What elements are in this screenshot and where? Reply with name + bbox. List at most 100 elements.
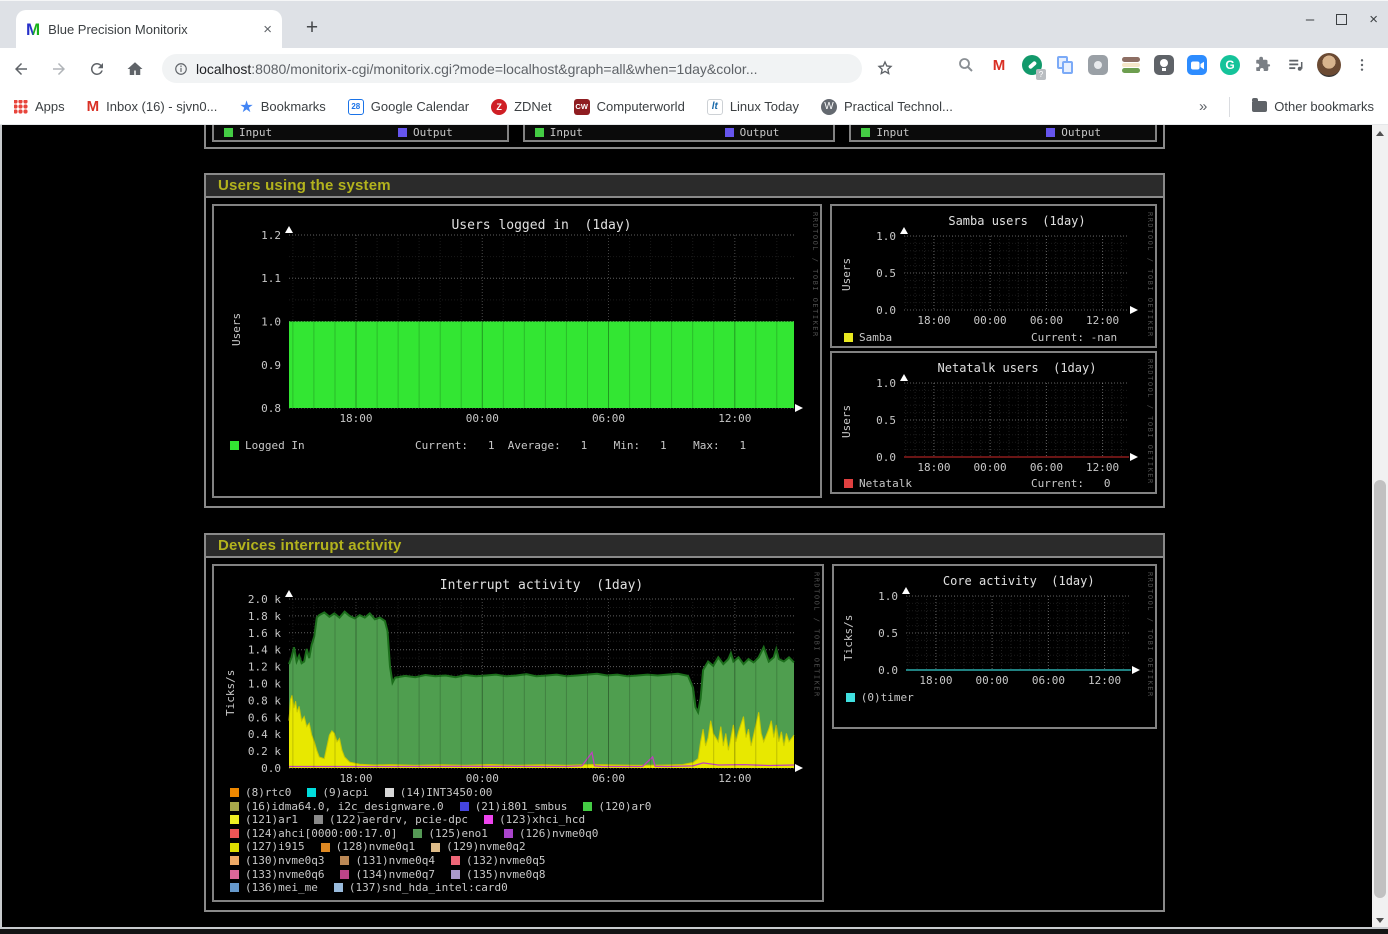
svg-text:06:00: 06:00 bbox=[592, 412, 625, 425]
legend-swatch bbox=[385, 788, 394, 797]
gmail-extension-icon[interactable]: M bbox=[987, 53, 1011, 77]
users-legend: Logged In Current: 1 Average: 1 Min: 1 M… bbox=[230, 439, 810, 452]
wordpress-icon: W bbox=[821, 99, 837, 115]
window-maximize-button[interactable] bbox=[1336, 14, 1347, 25]
monitorix-favicon-icon: M bbox=[26, 20, 40, 40]
svg-text:0.0: 0.0 bbox=[878, 664, 898, 677]
legend-item: (123)xhci_hcd bbox=[484, 813, 585, 827]
bookmark-apps[interactable]: Apps bbox=[14, 99, 65, 114]
browser-tab[interactable]: M Blue Precision Monitorix × bbox=[16, 10, 282, 49]
tab-title: Blue Precision Monitorix bbox=[48, 22, 255, 37]
bookmark-star-icon[interactable] bbox=[876, 59, 894, 82]
svg-text:00:00: 00:00 bbox=[466, 412, 499, 425]
svg-text:0.5: 0.5 bbox=[876, 267, 896, 280]
scroll-down-button[interactable] bbox=[1372, 912, 1388, 928]
users-logged-in-panel: Users logged in (1day) Users 1.21.11.00.… bbox=[212, 204, 822, 498]
lamp-extension-icon[interactable] bbox=[1152, 53, 1176, 77]
legend-swatch bbox=[398, 128, 407, 137]
netatalk-users-panel: Netatalk users (1day) Users 1.00.50.018:… bbox=[830, 351, 1157, 494]
apps-grid-icon bbox=[14, 100, 28, 114]
svg-text:0.4 k: 0.4 k bbox=[248, 728, 281, 741]
folder-icon bbox=[1252, 101, 1267, 112]
bookmarks-bar: Apps MInbox (16) - sjvn0... ★Bookmarks 2… bbox=[0, 89, 1388, 125]
voice-extension-icon[interactable]: ? bbox=[1020, 53, 1044, 77]
rrdtool-watermark: RRDTOOL / TOBI OETIKER bbox=[813, 572, 821, 698]
legend-item: (9)acpi bbox=[307, 786, 368, 800]
extensions-puzzle-icon[interactable] bbox=[1251, 53, 1275, 77]
users-logged-in-chart: 1.21.11.00.90.818:0000:0006:0012:00 bbox=[214, 206, 822, 496]
bookmark-practical-tech[interactable]: WPractical Technol... bbox=[821, 99, 953, 115]
legend-swatch bbox=[1046, 128, 1055, 137]
svg-text:1.0 k: 1.0 k bbox=[248, 678, 281, 691]
rrdtool-watermark: RRDTOOL / TOBI OETIKER bbox=[1146, 572, 1154, 698]
home-button[interactable] bbox=[118, 52, 152, 86]
scrollbar-thumb[interactable] bbox=[1374, 480, 1386, 898]
legend-item: (8)rtc0 bbox=[230, 786, 291, 800]
interrupt-activity-panel: Interrupt activity (1day) Ticks/s 2.0 k1… bbox=[212, 564, 824, 902]
svg-text:18:00: 18:00 bbox=[339, 412, 372, 425]
info-icon[interactable] bbox=[174, 62, 188, 76]
legend-swatch bbox=[504, 829, 513, 838]
legend-swatch bbox=[340, 856, 349, 865]
legend-swatch bbox=[230, 843, 239, 852]
bookmark-inbox[interactable]: MInbox (16) - sjvn0... bbox=[87, 98, 218, 115]
page-scrollbar[interactable] bbox=[1372, 125, 1388, 928]
bookmark-linux-today[interactable]: ltLinux Today bbox=[707, 99, 799, 115]
svg-text:1.2 k: 1.2 k bbox=[248, 661, 281, 674]
legend-stats: Current: 1 Average: 1 Min: 1 Max: 1 bbox=[415, 439, 746, 452]
svg-text:0.6 k: 0.6 k bbox=[248, 711, 281, 724]
stack-extension-icon[interactable] bbox=[1119, 53, 1143, 77]
bookmark-bookmarks[interactable]: ★Bookmarks bbox=[239, 97, 325, 117]
back-button[interactable] bbox=[4, 52, 38, 86]
url-text[interactable]: localhost:8080/monitorix-cgi/monitorix.c… bbox=[196, 61, 758, 77]
legend-item: (128)nvme0q1 bbox=[321, 840, 415, 854]
zoom-camera-extension-icon[interactable] bbox=[1185, 53, 1209, 77]
copy-extension-icon[interactable] bbox=[1053, 53, 1077, 77]
chrome-menu-icon[interactable] bbox=[1350, 53, 1374, 77]
samba-legend: Samba Current: -nan bbox=[844, 331, 1144, 344]
legend-item: (16)idma64.0, i2c_designware.0 bbox=[230, 800, 444, 814]
legend-item: (124)ahci[0000:00:17.0] bbox=[230, 827, 397, 841]
svg-text:0.5: 0.5 bbox=[876, 414, 896, 427]
zdnet-icon: Z bbox=[491, 99, 507, 115]
window-minimize-button[interactable]: – bbox=[1306, 11, 1314, 28]
tab-strip: M Blue Precision Monitorix × + – × bbox=[0, 0, 1388, 48]
bookmarks-overflow-chevron[interactable]: » bbox=[1199, 98, 1207, 115]
legend-item: (131)nvme0q4 bbox=[340, 854, 434, 868]
other-bookmarks[interactable]: Other bookmarks bbox=[1252, 99, 1374, 114]
legend-swatch bbox=[484, 815, 493, 824]
bookmark-google-calendar[interactable]: 28Google Calendar bbox=[348, 99, 469, 115]
tab-close-icon[interactable]: × bbox=[263, 21, 272, 38]
grammarly-extension-icon[interactable]: G bbox=[1218, 53, 1242, 77]
new-tab-button[interactable]: + bbox=[298, 15, 326, 43]
legend-swatch bbox=[314, 815, 323, 824]
playlist-extension-icon[interactable] bbox=[1284, 53, 1308, 77]
bookmark-zdnet[interactable]: ZZDNet bbox=[491, 99, 552, 115]
svg-text:00:00: 00:00 bbox=[974, 461, 1007, 474]
browser-window: M Blue Precision Monitorix × + – × local… bbox=[0, 0, 1388, 934]
window-close-button[interactable]: × bbox=[1369, 11, 1378, 28]
avatar[interactable] bbox=[1317, 53, 1341, 77]
legend-item: (132)nvme0q5 bbox=[451, 854, 545, 868]
reload-button[interactable] bbox=[80, 52, 114, 86]
legend-item: (136)mei_me bbox=[230, 881, 318, 895]
forward-button[interactable] bbox=[42, 52, 76, 86]
netatalk-current: Current: 0 bbox=[1031, 477, 1110, 490]
page-content: Input Output Input Output Input Output U… bbox=[0, 125, 1372, 927]
core-activity-panel: Core activity (1day) Ticks/s 1.00.50.018… bbox=[832, 564, 1157, 729]
bookmarks-divider bbox=[1229, 97, 1230, 117]
address-bar[interactable]: localhost:8080/monitorix-cgi/monitorix.c… bbox=[162, 54, 862, 83]
cutoff-graph-panel: Input Output bbox=[212, 125, 509, 142]
bookmark-computerworld[interactable]: CWComputerworld bbox=[574, 99, 685, 115]
legend-item: (129)nvme0q2 bbox=[431, 840, 525, 854]
profile-extension-icon[interactable] bbox=[1086, 53, 1110, 77]
scroll-up-button[interactable] bbox=[1372, 125, 1388, 141]
calendar-icon: 28 bbox=[348, 99, 364, 115]
svg-text:1.1: 1.1 bbox=[261, 272, 281, 285]
legend-item: (120)ar0 bbox=[583, 800, 651, 814]
legend-swatch bbox=[230, 815, 239, 824]
cutoff-section: Input Output Input Output Input Output bbox=[204, 125, 1165, 149]
search-extension-icon[interactable] bbox=[954, 53, 978, 77]
section-title: Devices interrupt activity bbox=[206, 535, 1163, 558]
legend-item: (127)i915 bbox=[230, 840, 305, 854]
